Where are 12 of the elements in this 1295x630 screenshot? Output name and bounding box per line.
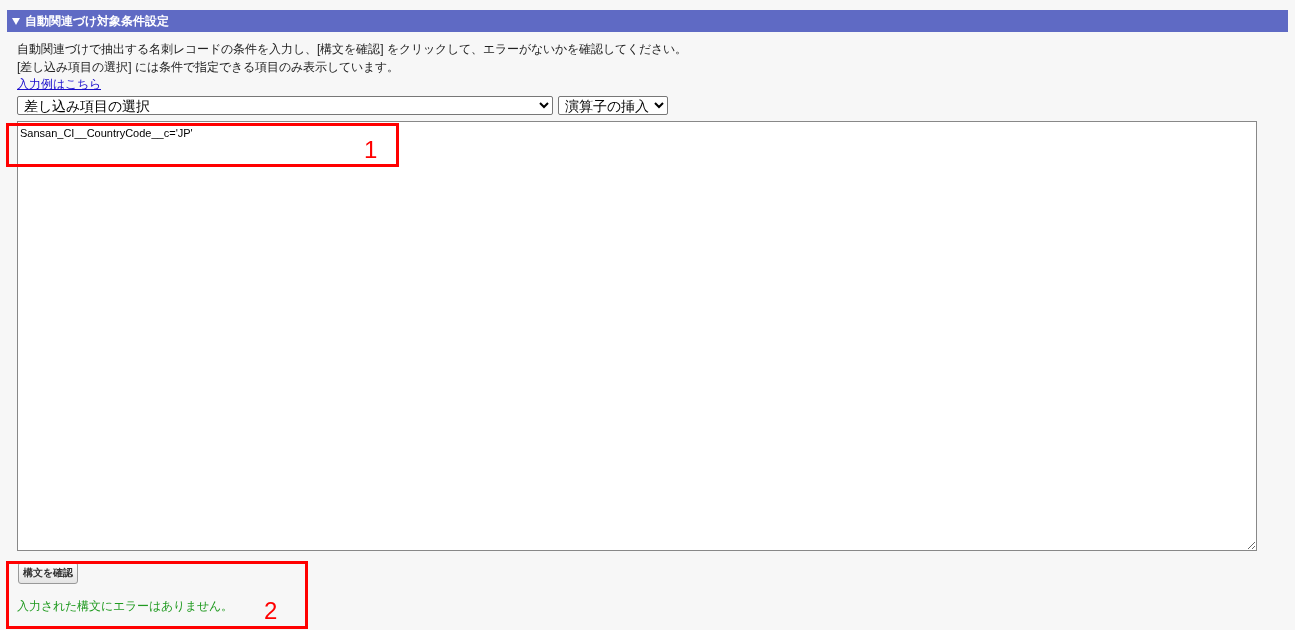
example-link[interactable]: 入力例はこちら <box>17 76 101 93</box>
check-syntax-button[interactable]: 構文を確認 <box>18 562 78 584</box>
section-header[interactable]: 自動関連づけ対象条件設定 <box>7 10 1288 32</box>
operator-select[interactable]: 演算子の挿入 <box>558 96 668 115</box>
triangle-icon <box>12 17 20 25</box>
callout-number: 2 <box>264 597 278 625</box>
instruction-text: 自動関連づけで抽出する名刺レコードの条件を入力し、[構文を確認] をクリックして、エラーがないかを確認してください。 <box>17 41 688 58</box>
instruction-text: [差し込み項目の選択] には条件で指定できる項目のみ表示しています。 <box>17 59 400 76</box>
result-message: 入力された構文にエラーはありません。 <box>17 598 233 614</box>
field-select[interactable]: 差し込み項目の選択 <box>17 96 553 115</box>
callout-number: 1 <box>364 136 378 164</box>
section-title: 自動関連づけ対象条件設定 <box>25 12 169 30</box>
